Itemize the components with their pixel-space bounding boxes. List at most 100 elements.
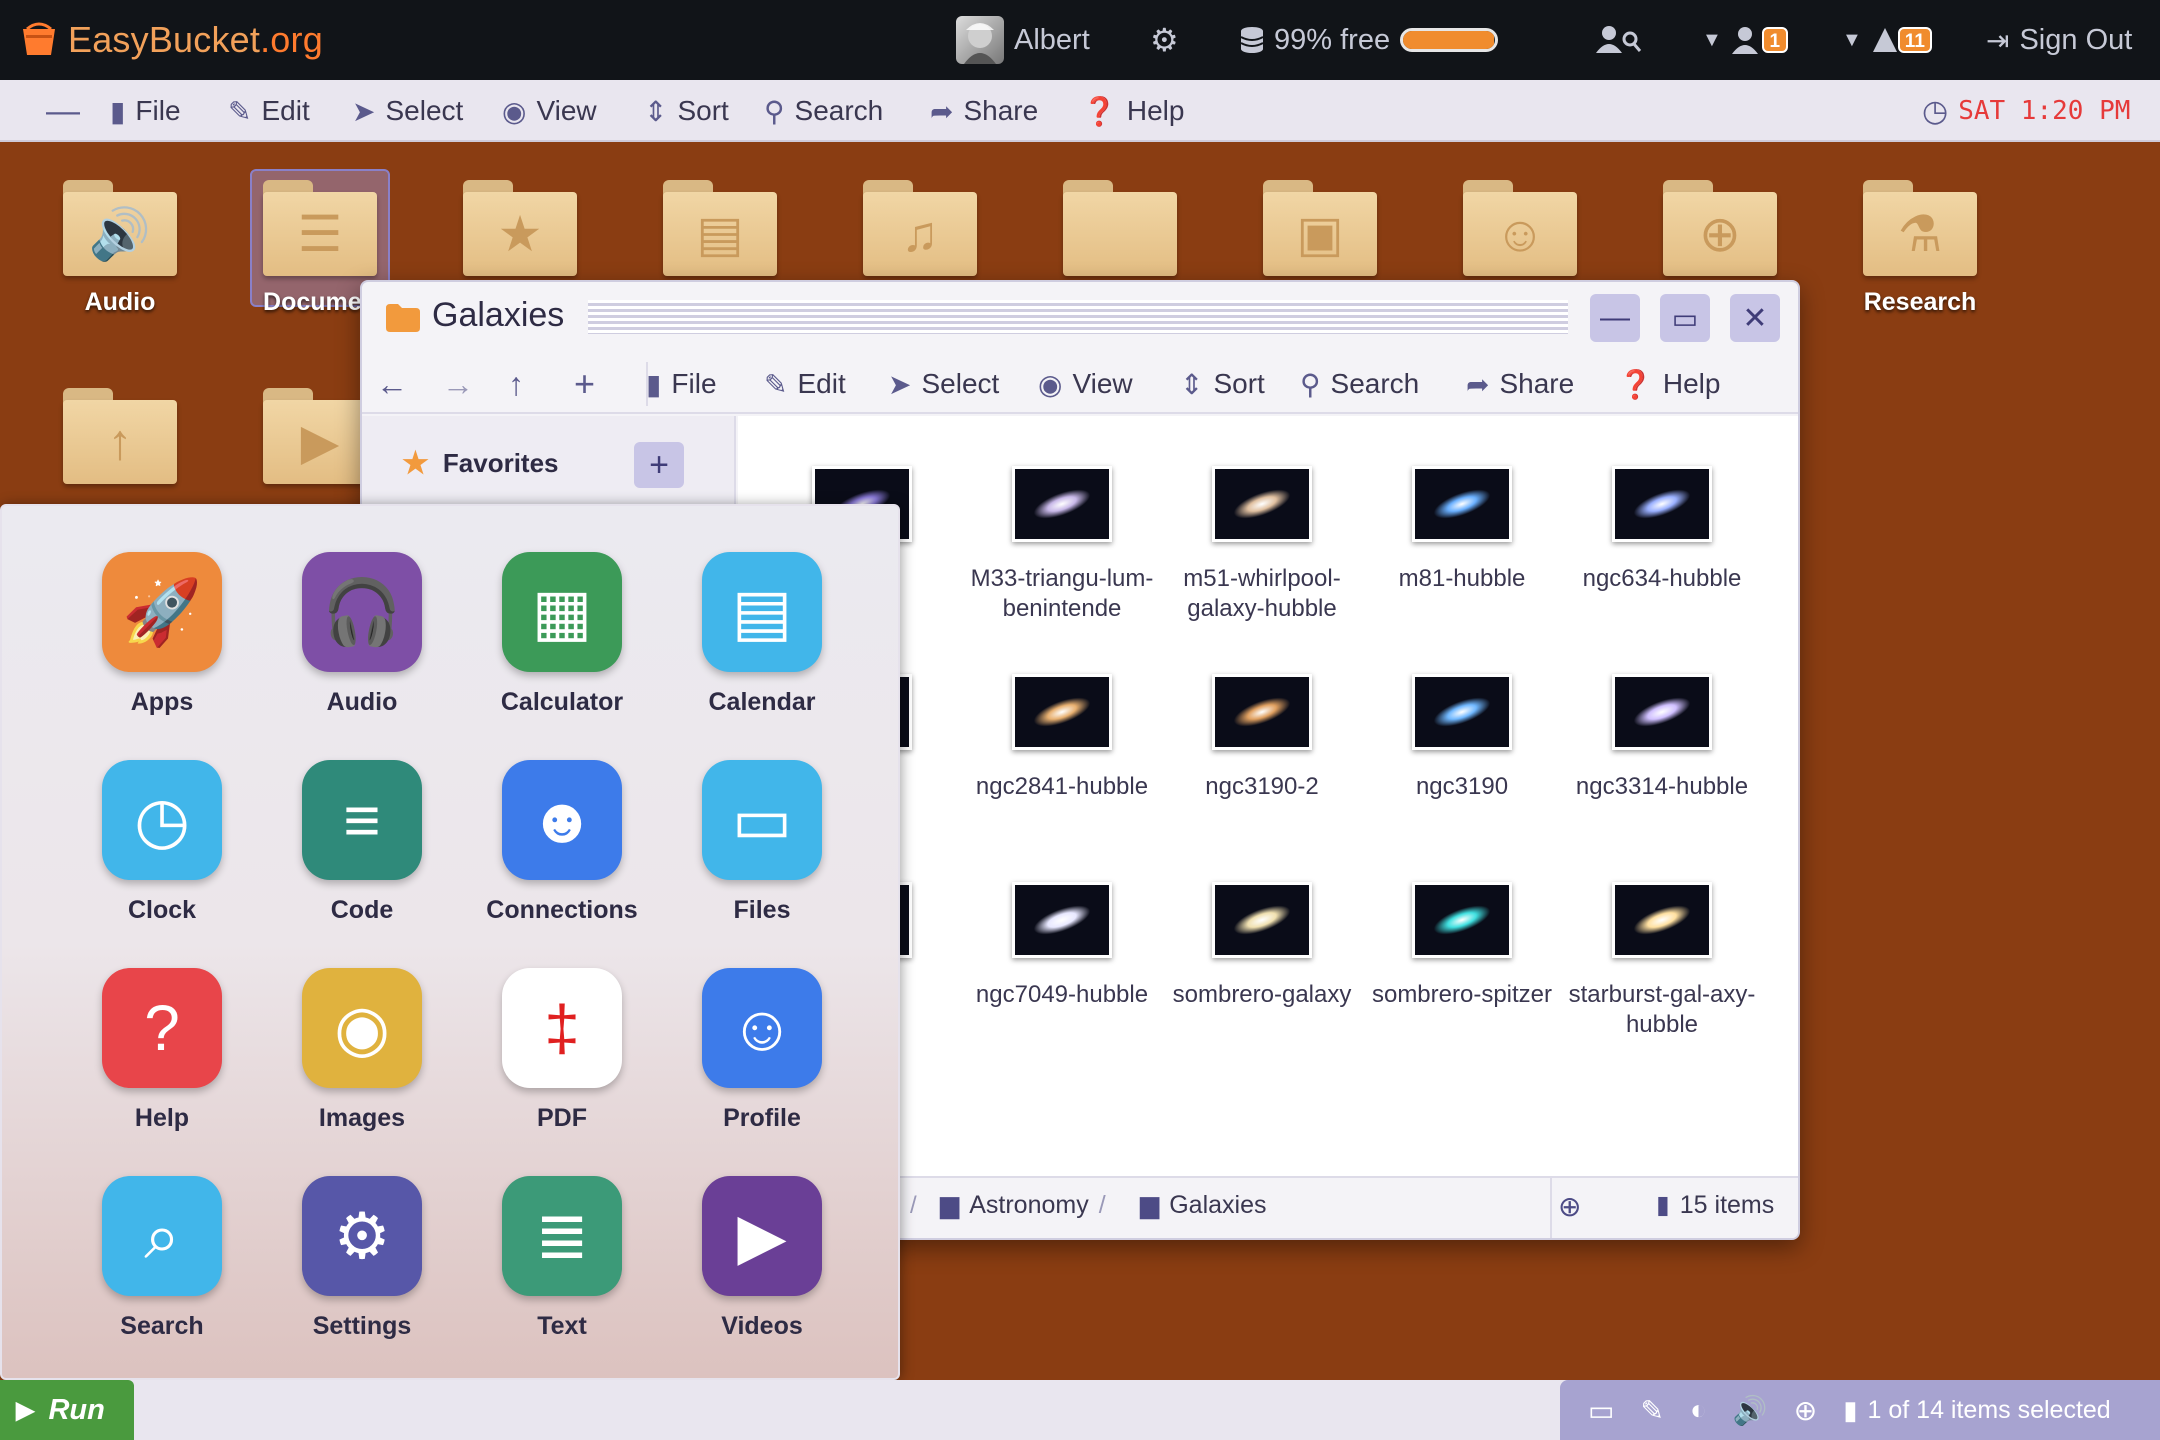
toolbar-file[interactable]: ▮ File <box>646 354 717 414</box>
desktop-folder[interactable]: ⊕ <box>1640 180 1800 288</box>
file-item[interactable]: ngc3190-2 <box>1162 674 1362 802</box>
folder-icon: ★ <box>463 180 577 276</box>
volume-icon[interactable]: 🔊 <box>1733 1394 1768 1427</box>
plus-icon: + <box>649 445 669 484</box>
avatar <box>956 16 1004 64</box>
app-calculator[interactable]: ▦ Calculator <box>462 552 662 717</box>
brush-icon[interactable]: ✎ <box>1640 1394 1663 1427</box>
app-pdf[interactable]: ‡ PDF <box>462 968 662 1133</box>
menu-select[interactable]: ➤ Select <box>352 80 463 142</box>
sort-icon: ⇕ <box>644 95 668 127</box>
app-videos[interactable]: ▶ Videos <box>662 1176 862 1341</box>
file-item[interactable]: m81-hubble <box>1362 466 1562 594</box>
toolbar-view[interactable]: ◉ View <box>1038 354 1133 414</box>
toolbar-share[interactable]: ➦ Share <box>1466 354 1574 414</box>
profile-app-icon: ☺ <box>702 968 822 1088</box>
file-name: m81-hubble <box>1398 565 1526 592</box>
file-item[interactable]: ngc2841-hubble <box>962 674 1162 802</box>
file-item[interactable]: starburst-gal-axy-hubble <box>1562 882 1762 1040</box>
settings-button[interactable]: ⚙ <box>1150 0 1179 80</box>
forward-button[interactable]: → <box>442 354 474 414</box>
storage-indicator[interactable]: 99% free <box>1240 0 1499 80</box>
file-item[interactable]: sombrero-spitzer <box>1362 882 1562 1010</box>
desktop-folder[interactable]: ☺ <box>1440 180 1600 288</box>
desktop-folder[interactable]: 🔊 Audio <box>40 180 200 317</box>
breadcrumb-label: Astronomy <box>969 1190 1089 1219</box>
back-button[interactable]: ← <box>376 354 408 414</box>
menu-file[interactable]: ▮ File <box>110 80 181 142</box>
desktop-folder[interactable]: ↑ <box>40 388 200 496</box>
file-icon: ▮ <box>646 368 662 400</box>
file-item[interactable]: ngc634-hubble <box>1562 466 1762 594</box>
toolbar-help[interactable]: ❓ Help <box>1618 354 1720 414</box>
toolbar-sort[interactable]: ⇕ Sort <box>1180 354 1265 414</box>
app-profile[interactable]: ☺ Profile <box>662 968 862 1133</box>
menu-search[interactable]: ⚲ Search <box>764 80 883 142</box>
toolbar-search[interactable]: ⚲ Search <box>1300 354 1419 414</box>
pencil-icon: ✎ <box>764 368 788 400</box>
file-item[interactable]: ngc3314-hubble <box>1562 674 1762 802</box>
help-icon: ❓ <box>1082 95 1117 127</box>
menu-edit[interactable]: ✎ Edit <box>228 80 310 142</box>
arrow-right-icon: → <box>442 365 474 402</box>
breadcrumb-galaxies[interactable]: ▆ Galaxies <box>1140 1190 1267 1220</box>
menu-view[interactable]: ◉ View <box>502 80 597 142</box>
app-images[interactable]: ◉ Images <box>262 968 462 1133</box>
file-item[interactable]: sombrero-galaxy <box>1162 882 1362 1010</box>
file-name: ngc634-hubble <box>1582 565 1742 592</box>
menu-sort[interactable]: ⇕ Sort <box>644 80 729 142</box>
file-item[interactable]: M33-triangu-lum-benintende <box>962 466 1162 624</box>
sign-out-button[interactable]: ⇥ Sign Out <box>1986 0 2132 80</box>
app-search[interactable]: ⌕ Search <box>62 1176 262 1341</box>
app-apps[interactable]: 🚀 Apps <box>62 552 262 717</box>
app-code[interactable]: ≡ Code <box>262 760 462 925</box>
caret-down-icon: ▼ <box>1842 28 1862 51</box>
toolbar-select[interactable]: ➤ Select <box>888 354 999 414</box>
app-connections[interactable]: ☻ Connections <box>462 760 662 925</box>
zoom-button[interactable]: ⊕ <box>1558 1190 1581 1223</box>
search-app-icon: ⌕ <box>102 1176 222 1296</box>
user-search-button[interactable] <box>1596 0 1642 80</box>
app-text[interactable]: ≣ Text <box>462 1176 662 1341</box>
desktop-folder[interactable]: ★ <box>440 180 600 288</box>
users-notification-button[interactable]: ▼ 1 <box>1702 0 1788 80</box>
run-button[interactable]: ▶ Run <box>0 1380 134 1440</box>
clock[interactable]: ◷ SAT 1:20 PM <box>1922 80 2130 142</box>
add-favorite-button[interactable]: + <box>634 442 684 488</box>
minimize-menu-button[interactable]: — <box>46 80 80 142</box>
app-label: Settings <box>312 1312 412 1340</box>
monitor-icon[interactable]: ▭ <box>1588 1394 1614 1427</box>
alerts-notification-button[interactable]: ▼ 11 <box>1842 0 1932 80</box>
breadcrumb-astronomy[interactable]: ▆ Astronomy / <box>940 1190 1106 1220</box>
new-button[interactable]: + <box>574 354 595 414</box>
desktop-folder[interactable]: ⚗ Research <box>1840 180 2000 317</box>
zoom-in-icon[interactable]: ⊕ <box>1794 1394 1817 1427</box>
favorites-header[interactable]: ★ Favorites <box>402 446 559 481</box>
file-name: m51-whirlpool-galaxy-hubble <box>1183 565 1341 622</box>
app-settings[interactable]: ⚙ Settings <box>262 1176 462 1341</box>
app-files[interactable]: ▭ Files <box>662 760 862 925</box>
app-help[interactable]: ? Help <box>62 968 262 1133</box>
contrast-icon[interactable]: ◐ <box>1690 1394 1707 1426</box>
app-clock[interactable]: ◷ Clock <box>62 760 262 925</box>
logo[interactable]: EasyBucket.org <box>20 0 323 80</box>
menu-help[interactable]: ❓ Help <box>1082 80 1184 142</box>
minimize-button[interactable]: — <box>1590 294 1640 342</box>
file-item[interactable]: ngc7049-hubble <box>962 882 1162 1010</box>
file-item[interactable]: ngc3190 <box>1362 674 1562 802</box>
file-item[interactable]: m51-whirlpool-galaxy-hubble <box>1162 466 1362 624</box>
window-titlebar[interactable]: Galaxies — ▭ ✕ <box>362 282 1798 352</box>
desktop-folder[interactable] <box>1040 180 1200 288</box>
user-menu[interactable]: Albert <box>956 0 1090 80</box>
help-app-icon: ? <box>102 968 222 1088</box>
app-audio[interactable]: 🎧 Audio <box>262 552 462 717</box>
desktop-folder[interactable]: ♫ <box>840 180 1000 288</box>
up-button[interactable]: ↑ <box>508 354 524 414</box>
menu-share[interactable]: ➦ Share <box>930 80 1038 142</box>
maximize-button[interactable]: ▭ <box>1660 294 1710 342</box>
toolbar-edit[interactable]: ✎ Edit <box>764 354 846 414</box>
app-calendar[interactable]: ▤ Calendar <box>662 552 862 717</box>
desktop-folder[interactable]: ▤ <box>640 180 800 288</box>
close-button[interactable]: ✕ <box>1730 294 1780 342</box>
desktop-folder[interactable]: ▣ <box>1240 180 1400 288</box>
